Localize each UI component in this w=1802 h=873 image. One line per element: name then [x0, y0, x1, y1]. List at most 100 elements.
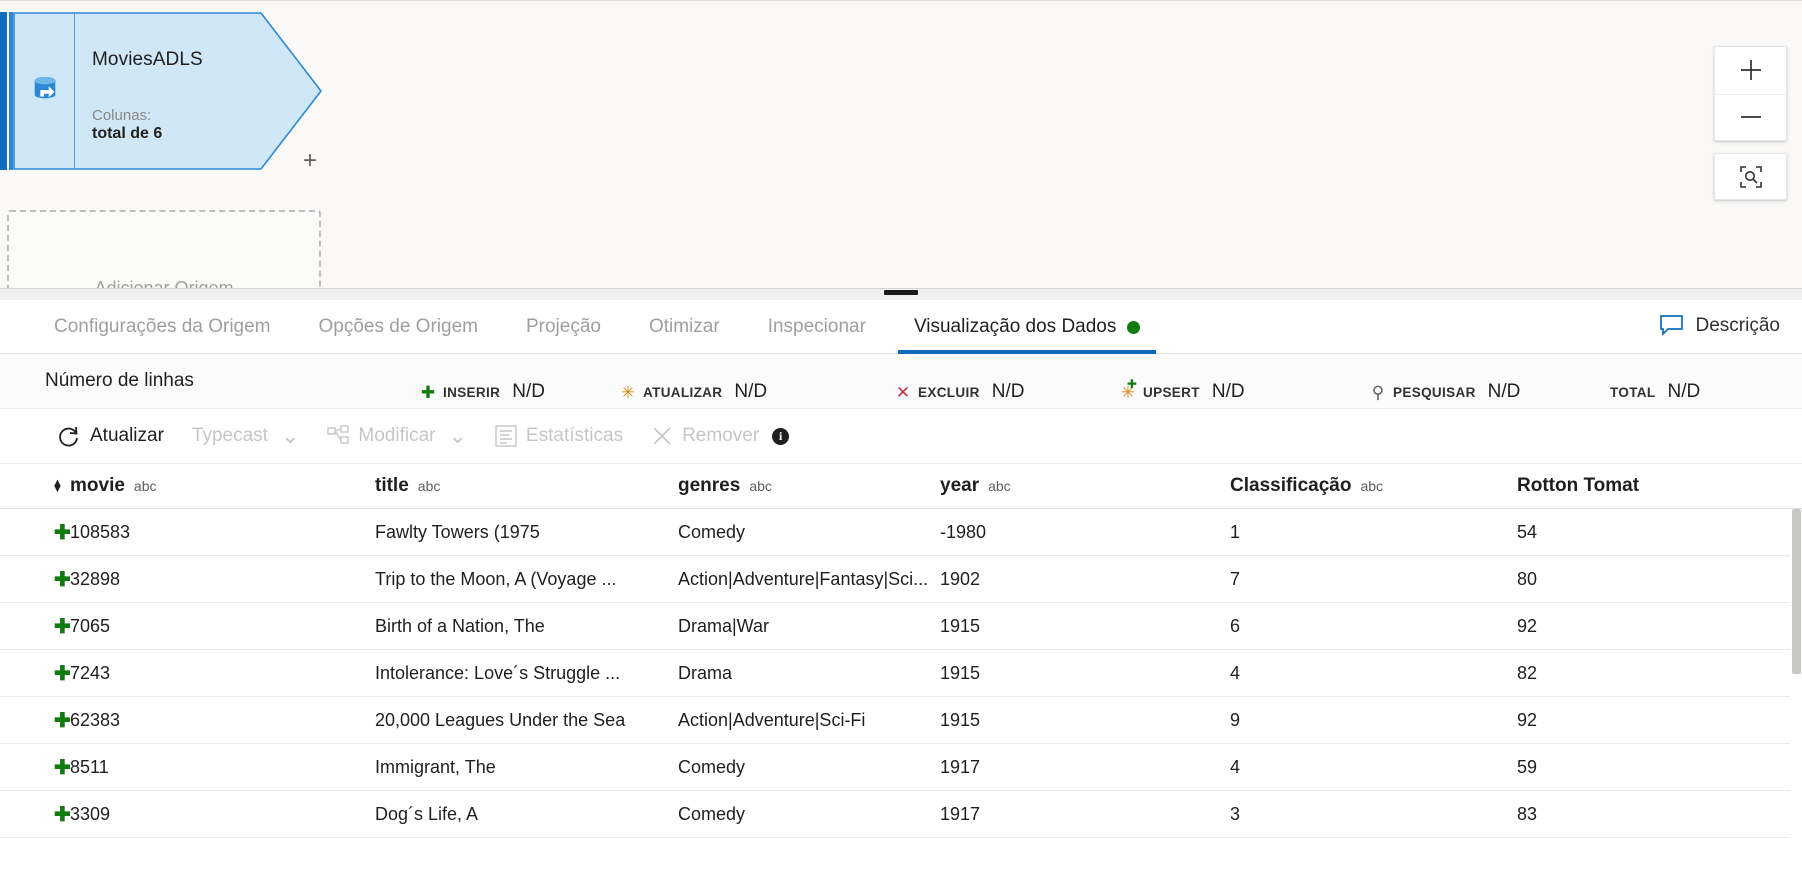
- row-expand-plus-icon[interactable]: ✚: [0, 614, 70, 639]
- column-type-badge: abc: [417, 478, 441, 494]
- tab-op-es-de-origem[interactable]: Opções de Origem: [295, 300, 502, 354]
- stat-total: TOTAL N/D: [1610, 381, 1700, 403]
- cross-icon: ✕: [895, 382, 911, 402]
- table-row[interactable]: ✚ 7065 Birth of a Nation, The Drama|War 1915…: [0, 603, 1802, 650]
- column-header-genres[interactable]: genres abc: [678, 475, 940, 497]
- sort-toggle-header[interactable]: ▲ ▼: [0, 478, 70, 495]
- tab-inspecionar[interactable]: Inspecionar: [744, 300, 890, 354]
- stat-label: UPSERT: [1143, 384, 1200, 400]
- panel-resize-handle[interactable]: [884, 290, 918, 295]
- column-header-movie[interactable]: movie abc: [70, 475, 375, 497]
- cell-year: 1915: [940, 662, 981, 683]
- tab-visualiza-o-dos-dados[interactable]: Visualização dos Dados: [890, 300, 1164, 354]
- column-header-classifica-o[interactable]: Classificação abc: [1230, 475, 1517, 497]
- fit-to-screen-button[interactable]: [1714, 153, 1787, 200]
- row-expand-plus-icon[interactable]: ✚: [0, 661, 70, 686]
- stat-value: N/D: [512, 381, 545, 402]
- cell-rotton: 92: [1517, 709, 1538, 730]
- toolbar-atualizar[interactable]: Atualizar: [42, 414, 178, 458]
- stat-label: PESQUISAR: [1393, 384, 1476, 400]
- scrollbar-thumb[interactable]: [1792, 509, 1801, 674]
- column-header-title[interactable]: title abc: [375, 475, 678, 497]
- row-expand-plus-icon[interactable]: ✚: [0, 567, 70, 592]
- cell-rotton: 92: [1517, 615, 1538, 636]
- cell-classificacao: 1: [1230, 521, 1241, 542]
- add-transformation-plus-icon[interactable]: +: [303, 149, 317, 173]
- table-row[interactable]: ✚ 108583 Fawlty Towers (1975 Comedy -1980 1 54: [0, 509, 1802, 556]
- stat-label: INSERIR: [443, 384, 501, 400]
- panel-tabbar: Configurações da Origem Opções de Origem P…: [0, 300, 1802, 354]
- toolbar-item-label: Estatísticas: [525, 425, 624, 446]
- row-expand-plus-icon[interactable]: ✚: [0, 520, 70, 545]
- cell-year: -1980: [940, 521, 987, 542]
- tab-label: Visualização dos Dados: [913, 316, 1117, 337]
- table-row[interactable]: ✚ 8511 Immigrant, The Comedy 1917 4 59: [0, 744, 1802, 791]
- cell-title: Trip to the Moon, A (Voyage ...: [375, 568, 617, 589]
- cell-genres: Comedy: [678, 521, 746, 542]
- cell-rotton: 82: [1517, 662, 1538, 683]
- tab-proje-o[interactable]: Projeção: [502, 300, 625, 354]
- row-expand-plus-icon[interactable]: ✚: [0, 755, 70, 780]
- cell-genres: Comedy: [678, 756, 746, 777]
- zoom-in-button[interactable]: [1715, 47, 1786, 94]
- cell-year: 1915: [940, 709, 981, 730]
- fit-to-screen-icon: [1739, 165, 1762, 188]
- cell-genres: Comedy: [678, 803, 746, 824]
- zoom-controls[interactable]: [1714, 46, 1787, 141]
- stat-value: N/D: [991, 381, 1025, 402]
- tab-label: Configurações da Origem: [54, 316, 271, 337]
- node-selection-bar: [0, 12, 7, 170]
- plus-icon: [1740, 60, 1761, 81]
- tab-otimizar[interactable]: Otimizar: [625, 300, 744, 354]
- cell-classificacao: 4: [1230, 756, 1241, 777]
- stat-label: TOTAL: [1610, 384, 1656, 400]
- table-row[interactable]: ✚ 3309 Dog´s Life, A Comedy 1917 3 83: [0, 791, 1802, 838]
- cell-movie: 32898: [70, 568, 121, 589]
- cell-genres: Action|Adventure|Fantasy|Sci...: [678, 568, 929, 589]
- cell-movie: 3309: [70, 803, 111, 824]
- cell-genres: Drama: [678, 662, 733, 683]
- cell-movie: 62383: [70, 709, 121, 730]
- zoom-out-button[interactable]: [1715, 93, 1786, 141]
- sort-updown-icon[interactable]: ▲ ▼: [52, 478, 63, 495]
- column-header-label: Classificação: [1230, 475, 1352, 496]
- stat-value: N/D: [1667, 381, 1701, 402]
- cell-title: Intolerance: Love´s Struggle ...: [375, 662, 621, 683]
- cell-title: Birth of a Nation, The: [375, 615, 545, 636]
- minus-icon: [1740, 116, 1761, 119]
- toolbar-estat-sticas: Estatísticas: [481, 414, 637, 458]
- row-expand-plus-icon[interactable]: ✚: [0, 802, 70, 827]
- stat-value: N/D: [734, 381, 768, 402]
- stat-pesquisar: ⚲ PESQUISAR N/D: [1370, 381, 1521, 403]
- table-row[interactable]: ✚ 32898 Trip to the Moon, A (Voyage ... Act…: [0, 556, 1802, 603]
- tab-label: Opções de Origem: [318, 316, 478, 337]
- cell-movie: 7065: [70, 615, 111, 636]
- table-row[interactable]: ✚ 62383 20,000 Leagues Under the Sea Action…: [0, 697, 1802, 744]
- toolbar-item-label: Typecast: [191, 425, 268, 446]
- data-preview-table[interactable]: ▲ ▼ movie abc title abc genres abc year abc Classi…: [0, 463, 1802, 873]
- column-header-year[interactable]: year abc: [940, 475, 1230, 497]
- toolbar-typecast: Typecast ⌄: [178, 414, 313, 458]
- panel-resize-row[interactable]: [0, 289, 1802, 300]
- column-type-badge: abc: [988, 478, 1011, 494]
- source-node-moviesadls[interactable]: MoviesADLS Colunas: total de 6 +: [0, 12, 322, 173]
- column-header-rotton-tomat[interactable]: Rotton Tomat: [1517, 475, 1767, 497]
- table-row[interactable]: ✚ 7243 Intolerance: Love´s Struggle ... Dra…: [0, 650, 1802, 697]
- dataflow-canvas[interactable]: MoviesADLS Colunas: total de 6 + Adicion…: [0, 0, 1802, 288]
- table-header-row: ▲ ▼ movie abc title abc genres abc year abc Classi…: [0, 464, 1802, 509]
- info-icon[interactable]: i: [772, 427, 790, 445]
- modify-icon: [327, 425, 350, 444]
- column-type-badge: abc: [749, 478, 772, 494]
- row-expand-plus-icon[interactable]: ✚: [0, 708, 70, 733]
- description-label: Descrição: [1695, 314, 1780, 336]
- tab-configura-es-da-origem[interactable]: Configurações da Origem: [30, 300, 295, 354]
- toolbar-item-label: Modificar: [358, 425, 436, 446]
- stat-upsert: ✳ ✚ UPSERT N/D: [1120, 378, 1245, 403]
- table-vertical-scrollbar[interactable]: [1790, 509, 1802, 873]
- column-header-label: year: [940, 475, 980, 496]
- tab-label: Otimizar: [648, 316, 720, 337]
- add-source-dropzone[interactable]: Adicionar Origem: [7, 210, 321, 288]
- cell-year: 1917: [940, 756, 981, 777]
- description-button[interactable]: Descrição: [1659, 314, 1780, 337]
- data-preview-toolbar: Atualizar Typecast ⌄ Modificar ⌄ Estatísticas…: [0, 409, 1802, 463]
